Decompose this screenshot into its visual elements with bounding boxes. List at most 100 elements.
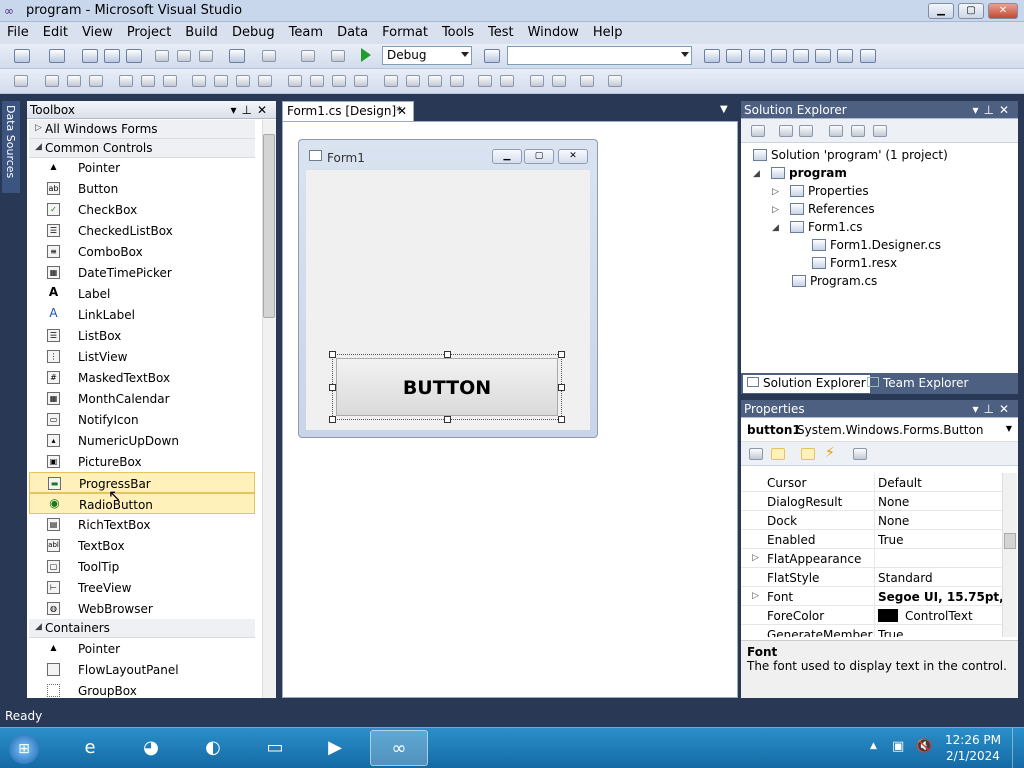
align-middles-icon[interactable] [141, 75, 155, 87]
show-desktop-button[interactable] [1012, 728, 1024, 768]
categorized-icon[interactable] [749, 448, 763, 460]
app-globe-icon[interactable]: ◐ [189, 730, 237, 766]
open-icon[interactable] [82, 49, 98, 63]
menu-window[interactable]: Window [521, 22, 586, 43]
network-icon[interactable]: ▣ [892, 739, 904, 754]
toolbox-item-combobox[interactable]: ≡ ComboBox [29, 241, 255, 262]
clock[interactable]: 12:26 PM 2/1/2024 [940, 732, 1006, 764]
toolbox-item-picturebox[interactable]: ▣ PictureBox [29, 451, 255, 472]
close-button[interactable]: ✕ [988, 3, 1018, 19]
toolbox-item-textbox[interactable]: abl TextBox [29, 535, 255, 556]
toolbox-item-treeview[interactable]: ⊢ TreeView [29, 577, 255, 598]
align-lefts-icon[interactable] [45, 75, 59, 87]
property-row[interactable]: DialogResult None [741, 492, 1002, 511]
toolbox-icon[interactable] [771, 49, 787, 63]
copy-icon[interactable] [177, 50, 191, 62]
expand-icon[interactable]: ▷ [752, 591, 759, 601]
align-rights-icon[interactable] [89, 75, 103, 87]
solution-explorer-icon[interactable] [704, 49, 720, 63]
add-item-icon[interactable] [49, 49, 65, 63]
resize-handle[interactable] [329, 351, 336, 358]
property-pages-icon[interactable] [853, 448, 867, 460]
property-row[interactable]: Enabled True [741, 530, 1002, 549]
toolbox-item-monthcalendar[interactable]: ▦ MonthCalendar [29, 388, 255, 409]
property-row[interactable]: GenerateMember True [741, 625, 1002, 637]
tools-icon[interactable] [793, 49, 809, 63]
menu-team[interactable]: Team [282, 22, 330, 43]
decrease-h-spacing-icon[interactable] [332, 75, 346, 87]
pane-buttons[interactable]: ▾⊥✕ [230, 103, 272, 117]
cut-icon[interactable] [155, 50, 169, 62]
events-icon[interactable]: ⚡ [825, 445, 835, 461]
category-common-controls[interactable]: ◢ Common Controls [29, 139, 255, 158]
resize-handle[interactable] [558, 384, 565, 391]
toolbox-item-pointer[interactable]: ▲ Pointer [29, 157, 255, 178]
properties-window-icon[interactable] [726, 49, 742, 63]
toolbox-item-button[interactable]: ab Button [29, 178, 255, 199]
horizontal-spacing-icon[interactable] [288, 75, 302, 87]
menu-data[interactable]: Data [330, 22, 375, 43]
resize-handle[interactable] [558, 416, 565, 423]
make-same-width-icon[interactable] [192, 75, 206, 87]
toolbox-item-notifyicon[interactable]: ▭ NotifyIcon [29, 409, 255, 430]
center-vertically-icon[interactable] [500, 75, 514, 87]
increase-v-spacing-icon[interactable] [406, 75, 420, 87]
redo-icon[interactable] [262, 50, 276, 62]
lock-controls-icon[interactable] [608, 75, 622, 87]
object-selector[interactable]: button1 System.Windows.Forms.Button ▼ [741, 418, 1018, 442]
view-designer-icon[interactable] [851, 125, 865, 137]
program-node[interactable]: Program.cs [792, 274, 877, 288]
internet-explorer-icon[interactable]: e [66, 730, 114, 766]
toolbox-item-tooltip[interactable]: ▢ ToolTip [29, 556, 255, 577]
expand-icon[interactable]: ▷ [752, 553, 759, 563]
resize-handle[interactable] [444, 351, 451, 358]
window-layout-icon[interactable] [860, 49, 876, 63]
toolbox-item-richtextbox[interactable]: ▤ RichTextBox [29, 514, 255, 535]
menu-help[interactable]: Help [586, 22, 630, 43]
toolbox-item-checkedlistbox[interactable]: ☰ CheckedListBox [29, 220, 255, 241]
toolbox-item-pointer[interactable]: ▲ Pointer [29, 638, 255, 659]
maximize-button[interactable]: ▢ [958, 3, 984, 19]
show-all-files-icon[interactable] [779, 125, 793, 137]
alphabetical-icon[interactable] [771, 448, 785, 460]
property-row[interactable]: ▷ FlatAppearance [741, 549, 1002, 568]
minimize-button[interactable]: ▁ [928, 3, 954, 19]
menu-edit[interactable]: Edit [36, 22, 75, 43]
properties-node[interactable]: ▷ Properties [772, 184, 869, 198]
media-player-icon[interactable]: ▶ [311, 730, 359, 766]
make-same-size-icon[interactable] [258, 75, 272, 87]
new-project-icon[interactable] [14, 49, 30, 63]
property-row[interactable]: Dock None [741, 511, 1002, 530]
tab-form1-design[interactable]: Form1.cs [Design]* ✕ [282, 101, 414, 121]
find-combo[interactable] [507, 46, 692, 65]
solution-node[interactable]: Solution 'program' (1 project) [753, 148, 948, 162]
menu-view[interactable]: View [75, 22, 120, 43]
make-same-height-icon[interactable] [214, 75, 228, 87]
property-row[interactable]: FlatStyle Standard [741, 568, 1002, 587]
view-code-icon[interactable] [829, 125, 843, 137]
show-hidden-icons[interactable]: ▲ [870, 741, 877, 751]
form1-node[interactable]: ◢ Form1.cs [772, 220, 863, 234]
volume-muted-icon[interactable]: 🔇 [916, 739, 932, 754]
find-in-files-icon[interactable] [484, 49, 500, 63]
property-row[interactable]: ▷ Font Segoe UI, 15.75pt, sty [741, 587, 1002, 606]
toolbox-item-numericupdown[interactable]: ▴ NumericUpDown [29, 430, 255, 451]
decrease-v-spacing-icon[interactable] [428, 75, 442, 87]
menu-tools[interactable]: Tools [435, 22, 481, 43]
paste-icon[interactable] [199, 50, 213, 62]
project-node[interactable]: ◢ program [753, 166, 847, 180]
refresh-icon[interactable] [799, 125, 813, 137]
firefox-icon[interactable]: ◕ [127, 730, 175, 766]
file-explorer-icon[interactable]: ▭ [251, 730, 299, 766]
save-all-icon[interactable] [126, 49, 142, 63]
start-button[interactable]: ⊞ [0, 730, 48, 766]
property-row[interactable]: ForeColor ControlText [741, 606, 1002, 625]
properties-icon[interactable] [751, 125, 765, 137]
category-containers[interactable]: ◢ Containers [29, 619, 255, 638]
toolbox-item-flowlayoutpanel[interactable]: FlowLayoutPanel [29, 659, 255, 680]
menu-test[interactable]: Test [481, 22, 521, 43]
bring-to-front-icon[interactable] [530, 75, 544, 87]
undo-icon[interactable] [229, 49, 245, 63]
start-debugging-icon[interactable] [361, 48, 371, 62]
visual-studio-taskbar-icon[interactable]: ∞ [370, 730, 428, 766]
